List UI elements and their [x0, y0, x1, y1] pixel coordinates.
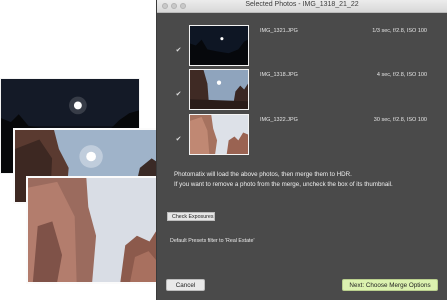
window-title: Selected Photos - IMG_1318_21_22: [245, 1, 359, 8]
photo-thumbnail[interactable]: [189, 114, 249, 155]
cancel-button[interactable]: Cancel: [166, 279, 205, 291]
photo-filename: IMG_1322.JPG: [260, 117, 298, 123]
canyon-day-image: [28, 178, 169, 282]
photo-thumbnail[interactable]: [189, 69, 249, 110]
night-sky-thumbnail-image: [190, 26, 248, 65]
canyon-moon-thumbnail-image: [190, 70, 248, 109]
photo-checkbox[interactable]: ✔: [175, 47, 182, 54]
photo-filename: IMG_1321.JPG: [260, 28, 298, 34]
check-exposures-button[interactable]: Check Exposures: [167, 212, 215, 221]
preview-photo-canyon-day: [26, 176, 171, 284]
photo-thumbnail[interactable]: [189, 25, 249, 66]
photo-row: ✔ IMG_1322.JPG 30 sec, f/2.8, ISO 100: [157, 114, 447, 169]
photo-exposure: 4 sec, f/2.8, ISO 100: [376, 72, 427, 78]
info-text-remove: If you want to remove a photo from the m…: [174, 181, 393, 188]
info-text-load: Photomatix will load the above photos, t…: [174, 171, 352, 178]
photo-checkbox[interactable]: ✔: [175, 136, 182, 143]
title-bar: Selected Photos - IMG_1318_21_22: [157, 0, 447, 13]
default-presets-note: Default Presets filter to 'Real Estate': [170, 238, 255, 244]
photo-exposure: 30 sec, f/2.8, ISO 100: [373, 117, 427, 123]
photo-checkbox[interactable]: ✔: [175, 91, 182, 98]
next-choose-merge-options-button[interactable]: Next: Choose Merge Options: [342, 279, 438, 291]
photo-exposure: 1/3 sec, f/2.8, ISO 100: [372, 28, 427, 34]
photo-filename: IMG_1318.JPG: [260, 72, 298, 78]
selected-photos-dialog: Selected Photos - IMG_1318_21_22 ✔ IMG_1…: [156, 0, 447, 300]
canyon-day-thumbnail-image: [190, 115, 248, 154]
